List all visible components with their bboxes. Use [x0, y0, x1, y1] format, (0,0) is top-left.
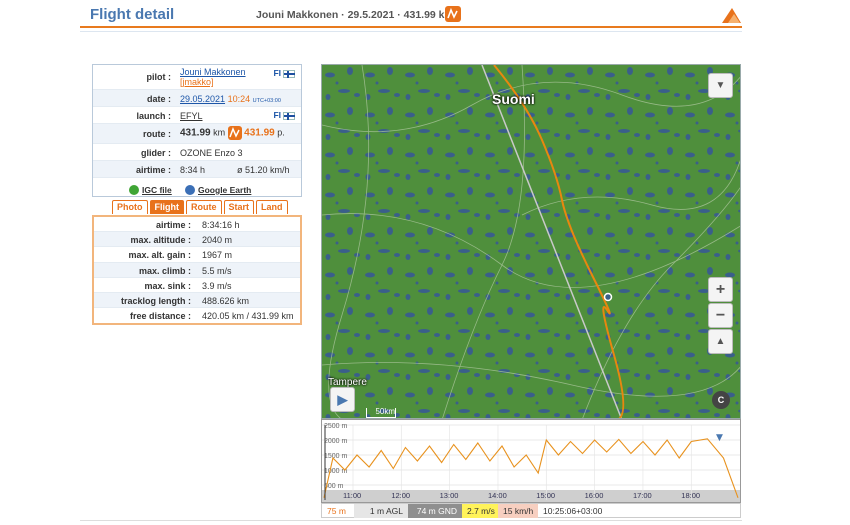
page-title: Flight detail [90, 6, 175, 23]
x-tick-label: 17:00 [633, 491, 652, 500]
tab-flight[interactable]: Flight [149, 200, 184, 214]
x-tick-label: 15:00 [536, 491, 555, 500]
zoom-in-button[interactable]: + [708, 277, 733, 302]
glider-label: glider : [140, 148, 171, 158]
status-time: 10:25:06+03:00 [543, 506, 603, 516]
stat-row: max. altitude :2040 m [94, 232, 300, 248]
airtime-row: airtime : 8:34 h ø 51.20 km/h [93, 161, 301, 178]
route-type-icon [445, 6, 461, 22]
x-tick-label: 14:00 [488, 491, 507, 500]
utc-offset: UTC+03:00 [252, 98, 281, 104]
chevron-down-icon[interactable]: ▼ [716, 433, 723, 443]
pilot-row: pilot : Jouni Makkonen [jmakko] FI [93, 65, 301, 90]
google-earth-download[interactable]: Google Earth [185, 185, 251, 195]
compass-button[interactable]: ▲ [708, 329, 733, 354]
google-earth-icon [185, 185, 195, 195]
date-label: date : [146, 94, 171, 104]
route-distance: 431.99 [180, 127, 211, 139]
launch-country: FI [273, 110, 281, 120]
altitude-series-line [323, 438, 739, 498]
launch-site-link[interactable]: EFYL [180, 111, 203, 121]
launch-label: launch : [136, 111, 171, 121]
airtime-label: airtime : [135, 165, 171, 175]
chart-status-bar: 75 m 1 m AGL 74 m GND 2.7 m/s 15 km/h 10… [321, 503, 741, 518]
route-label: route : [143, 129, 171, 139]
x-tick-label: 18:00 [681, 491, 700, 500]
status-gnd: 74 m GND [408, 504, 462, 518]
page-subtitle: Jouni Makkonen · 29.5.2021 · 431.99 km [256, 9, 454, 21]
date-link[interactable]: 29.05.2021 [180, 94, 225, 104]
altitude-chart[interactable]: 2500 m 2000 m 1500 m 1000 m 500 m 11:00 12:00 1… [321, 419, 741, 503]
map-country-label: Suomi [492, 91, 535, 107]
average-speed: ø 51.20 km/h [237, 165, 290, 175]
x-tick-label: 11:00 [343, 491, 361, 500]
finland-flag-icon [283, 69, 295, 78]
y-tick-label: 2000 m [324, 438, 348, 445]
tab-land[interactable]: Land [256, 200, 288, 214]
map-layers-dropdown[interactable]: ▼ [708, 73, 733, 98]
stat-row: max. climb :5.5 m/s [94, 262, 300, 278]
flight-info-panel: pilot : Jouni Makkonen [jmakko] FI date … [92, 64, 302, 197]
x-tick-label: 12:00 [391, 491, 410, 500]
chevron-down-icon: ▼ [715, 80, 726, 91]
route-type-icon [227, 126, 242, 140]
tab-photo[interactable]: Photo [112, 200, 148, 214]
x-tick-label: 13:00 [440, 491, 459, 500]
finland-flag-icon [283, 111, 295, 120]
site-logo-icon[interactable] [720, 6, 742, 24]
zoom-out-button[interactable]: − [708, 303, 733, 328]
status-vario: 2.7 m/s [462, 504, 498, 518]
igc-download[interactable]: IGC file [129, 185, 172, 195]
google-earth-link[interactable]: Google Earth [198, 185, 251, 195]
airtime-value: 8:34 h [180, 165, 206, 175]
tab-start[interactable]: Start [223, 200, 255, 214]
stat-row: airtime :8:34:16 h [94, 217, 300, 233]
route-points: 431.99 [244, 127, 275, 139]
pilot-country: FI [273, 68, 281, 78]
pilot-label: pilot : [146, 72, 172, 82]
status-speed: 15 km/h [498, 504, 538, 518]
detail-tabs: Photo Flight Route Start Land [112, 200, 288, 214]
altitude-chart-canvas[interactable]: 2500 m2000 m1500 m1000 m500 m11:00 12:00 1… [322, 420, 741, 503]
pilot-username-link[interactable]: [jmakko] [180, 77, 214, 87]
y-tick-label: 2500 m [324, 423, 348, 430]
page-header: Flight detail Jouni Makkonen · 29.5.2021… [80, 0, 742, 32]
launch-time: 10:24 [227, 94, 251, 104]
flight-stats-table: airtime :8:34:16 h max. altitude :2040 m… [92, 215, 302, 325]
ground-band [322, 490, 740, 502]
y-tick-label: 1500 m [324, 453, 348, 460]
flight-map[interactable]: Suomi Tampere ▼ + − ▲ ▶ C 50km [321, 64, 741, 419]
play-button[interactable]: ▶ [330, 387, 355, 412]
copyright-button[interactable]: C [712, 391, 730, 409]
stat-row: max. sink :3.9 m/s [94, 278, 300, 293]
status-agl: 1 m AGL [354, 504, 408, 518]
pilot-name-link[interactable]: Jouni Makkonen [180, 67, 246, 77]
map-scale: 50km [366, 408, 396, 418]
route-row: route : 431.99 km 431.99 p. [93, 124, 301, 144]
stat-row: tracklog length :488.626 km [94, 293, 300, 309]
map-canvas[interactable] [322, 65, 741, 419]
glider-value: OZONE Enzo 3 [180, 148, 243, 158]
stat-row: max. alt. gain :1967 m [94, 247, 300, 263]
igc-file-icon [129, 185, 139, 195]
tab-route[interactable]: Route [186, 200, 222, 214]
launch-row: launch : EFYL FI [93, 107, 301, 124]
glider-row: glider : OZONE Enzo 3 [93, 144, 301, 161]
stat-row: free distance :420.05 km / 431.99 km [129, 311, 294, 322]
status-altitude: 75 m [327, 506, 346, 516]
x-tick-label: 16:00 [585, 491, 604, 500]
date-row: date : 29.05.2021 10:24 UTC+03:00 [93, 90, 301, 107]
igc-file-link[interactable]: IGC file [142, 185, 172, 195]
